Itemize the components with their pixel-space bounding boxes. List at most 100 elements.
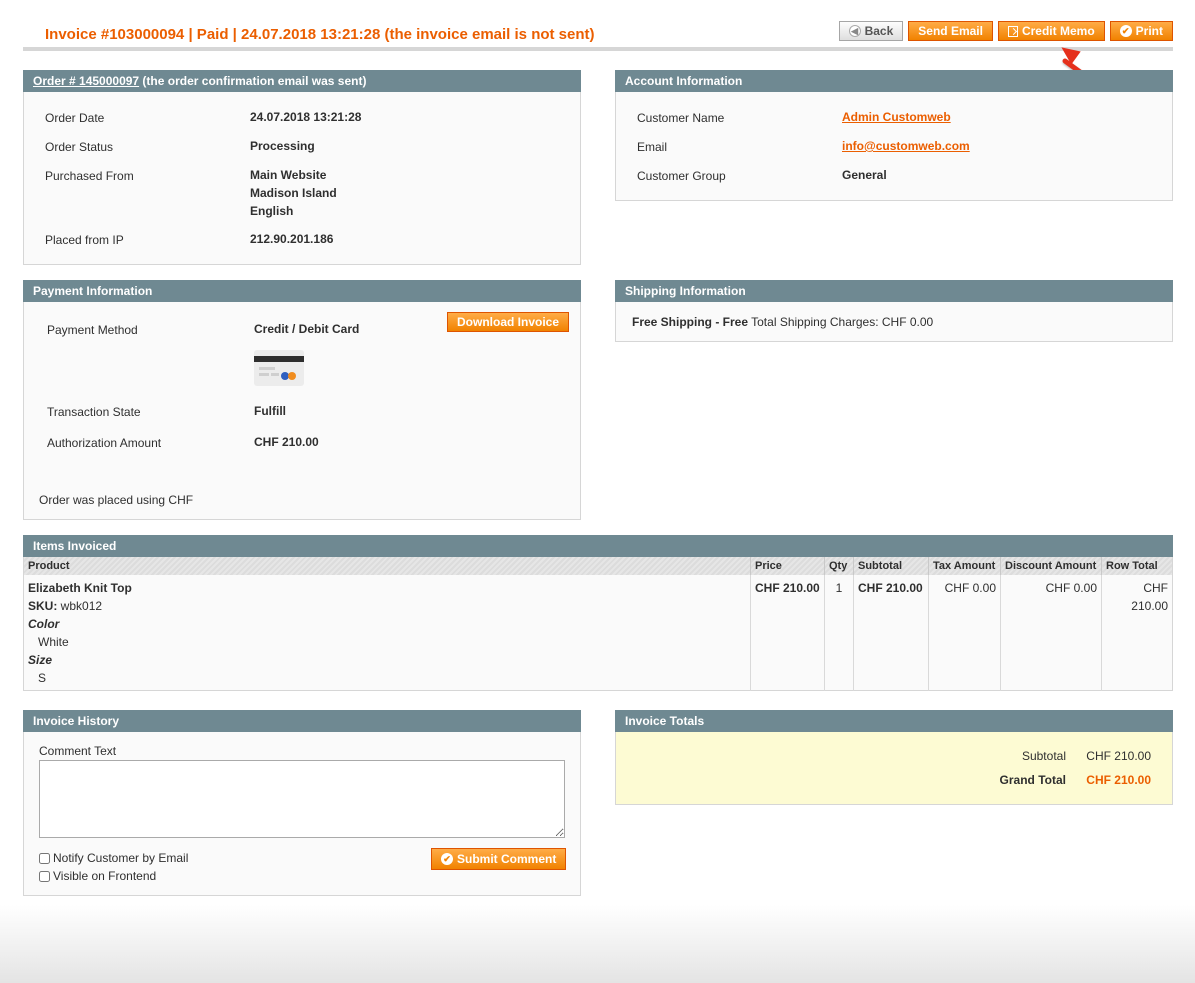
size-label: Size <box>28 653 53 667</box>
purchased-from-label: Purchased From <box>45 169 134 183</box>
send-email-button[interactable]: Send Email <box>908 21 993 41</box>
action-buttons: ◀ Back Send Email Credit Memo ✔ Print <box>838 21 1173 41</box>
credit-memo-label: Credit Memo <box>1021 24 1095 38</box>
page-title: Invoice #103000094 | Paid | 24.07.2018 1… <box>45 26 595 43</box>
purchased-from-view: English <box>250 204 294 218</box>
purchased-from-website: Main Website <box>250 168 327 182</box>
payment-info-body: Download Invoice Payment Method Credit /… <box>23 302 581 520</box>
account-info-body: Customer Name Admin Customweb Email info… <box>615 92 1173 201</box>
print-button[interactable]: ✔ Print <box>1109 21 1173 41</box>
submit-comment-label: Submit Comment <box>457 852 557 866</box>
order-info-header: Order # 145000097 (the order confirmatio… <box>23 70 581 92</box>
transaction-state-label: Transaction State <box>47 405 141 419</box>
customer-name-link[interactable]: Admin Customweb <box>842 110 951 124</box>
annotation-arrow-head <box>1056 40 1081 65</box>
order-info-body: Order Date 24.07.2018 13:21:28 Order Sta… <box>23 92 581 265</box>
color-value: White <box>38 635 69 649</box>
send-email-label: Send Email <box>918 24 983 38</box>
items-invoiced-box: Items Invoiced Product Price Qty Subtota… <box>23 535 1173 691</box>
invoice-history-body: Comment Text Notify Customer by Email Vi… <box>23 732 581 896</box>
notify-customer-checkbox[interactable] <box>39 852 50 864</box>
order-status-label: Order Status <box>45 140 114 154</box>
payment-info-header: Payment Information <box>23 280 581 302</box>
invoice-totals-header: Invoice Totals <box>615 710 1173 732</box>
invoice-totals-body: Subtotal CHF 210.00 Grand Total CHF 210.… <box>615 732 1173 805</box>
items-table: Product Price Qty Subtotal Tax Amount Di… <box>24 557 1172 691</box>
back-button-label: Back <box>864 24 894 38</box>
comment-text-label: Comment Text <box>39 744 117 758</box>
payment-method-value: Credit / Debit Card <box>254 322 360 336</box>
discount-value: CHF 0.00 <box>1000 575 1102 691</box>
title-divider <box>23 47 1173 51</box>
invoice-history-box: Invoice History Comment Text Notify Cust… <box>23 710 581 896</box>
email-link[interactable]: info@customweb.com <box>842 139 970 153</box>
product-cell: Elizabeth Knit Top SKU: wbk012 Color Whi… <box>24 575 751 691</box>
col-price: Price <box>750 557 825 575</box>
items-invoiced-header: Items Invoiced <box>23 535 1173 557</box>
price-value: CHF 210.00 <box>755 581 820 595</box>
transaction-state-value: Fulfill <box>254 404 286 418</box>
subtotal-label: Subtotal <box>1021 749 1066 763</box>
items-invoiced-body: Product Price Qty Subtotal Tax Amount Di… <box>23 557 1173 691</box>
visible-frontend-checkbox[interactable] <box>39 870 50 882</box>
payment-method-label: Payment Method <box>47 323 138 337</box>
col-tax: Tax Amount <box>928 557 1001 575</box>
col-subtotal: Subtotal <box>853 557 929 575</box>
shipping-info-box: Shipping Information Free Shipping - Fre… <box>615 280 1173 342</box>
order-date-label: Order Date <box>45 111 105 125</box>
back-arrow-icon: ◀ <box>848 25 861 37</box>
purchased-from-store: Madison Island <box>250 186 337 200</box>
page-bottom-gradient <box>0 905 1195 983</box>
qty-value: 1 <box>824 575 854 691</box>
authorization-amount-value: CHF 210.00 <box>254 435 319 449</box>
currency-note: Order was placed using CHF <box>39 493 194 507</box>
order-status-value: Processing <box>250 139 315 153</box>
visible-frontend-option[interactable]: Visible on Frontend <box>39 869 156 883</box>
customer-name-label: Customer Name <box>637 111 725 125</box>
submit-comment-button[interactable]: ✔ Submit Comment <box>431 848 567 870</box>
account-info-box: Account Information Customer Name Admin … <box>615 70 1173 201</box>
order-link[interactable]: Order # 145000097 <box>33 74 139 88</box>
grand-total-amount: CHF 210.00 <box>1086 773 1151 787</box>
col-qty: Qty <box>824 557 854 575</box>
shipping-info-header: Shipping Information <box>615 280 1173 302</box>
visible-frontend-label: Visible on Frontend <box>53 869 157 883</box>
print-label: Print <box>1135 24 1163 38</box>
email-label: Email <box>637 140 668 154</box>
tax-value: CHF 0.00 <box>928 575 1001 691</box>
shipping-method: Free Shipping - Free <box>632 315 749 329</box>
placed-ip-value: 212.90.201.186 <box>250 232 334 246</box>
payment-info-box: Payment Information Download Invoice Pay… <box>23 280 581 520</box>
product-name: Elizabeth Knit Top <box>28 581 132 595</box>
invoice-totals-box: Invoice Totals Subtotal CHF 210.00 Grand… <box>615 710 1173 805</box>
color-label: Color <box>28 617 60 631</box>
grand-total-label: Grand Total <box>999 773 1066 787</box>
col-row-total: Row Total <box>1101 557 1172 575</box>
sku-value: wbk012 <box>57 599 103 613</box>
shipping-info-body: Free Shipping - Free Total Shipping Char… <box>615 302 1173 342</box>
download-invoice-button[interactable]: Download Invoice <box>447 312 570 332</box>
col-discount: Discount Amount <box>1000 557 1102 575</box>
table-row: Elizabeth Knit Top SKU: wbk012 Color Whi… <box>24 575 1172 691</box>
credit-card-icon <box>254 350 304 386</box>
comment-textarea[interactable] <box>39 760 565 838</box>
order-info-box: Order # 145000097 (the order confirmatio… <box>23 70 581 265</box>
customer-group-label: Customer Group <box>637 169 726 183</box>
back-button[interactable]: ◀ Back <box>838 21 904 41</box>
order-email-status: (the order confirmation email was sent) <box>139 74 367 88</box>
credit-memo-icon <box>1007 25 1018 37</box>
shipping-charges: Total Shipping Charges: CHF 0.00 <box>748 315 934 329</box>
placed-ip-label: Placed from IP <box>45 233 124 247</box>
credit-memo-button[interactable]: Credit Memo <box>997 21 1105 41</box>
check-icon: ✔ <box>441 853 453 865</box>
size-value: S <box>38 671 47 685</box>
row-total-value: CHF 210.00 <box>1131 581 1168 613</box>
check-icon: ✔ <box>1119 25 1132 37</box>
authorization-amount-label: Authorization Amount <box>47 436 162 450</box>
subtotal-value: CHF 210.00 <box>858 581 923 595</box>
notify-customer-option[interactable]: Notify Customer by Email <box>39 851 188 865</box>
invoice-history-header: Invoice History <box>23 710 581 732</box>
account-info-header: Account Information <box>615 70 1173 92</box>
sku-label: SKU: <box>28 599 58 613</box>
subtotal-amount: CHF 210.00 <box>1086 749 1151 763</box>
